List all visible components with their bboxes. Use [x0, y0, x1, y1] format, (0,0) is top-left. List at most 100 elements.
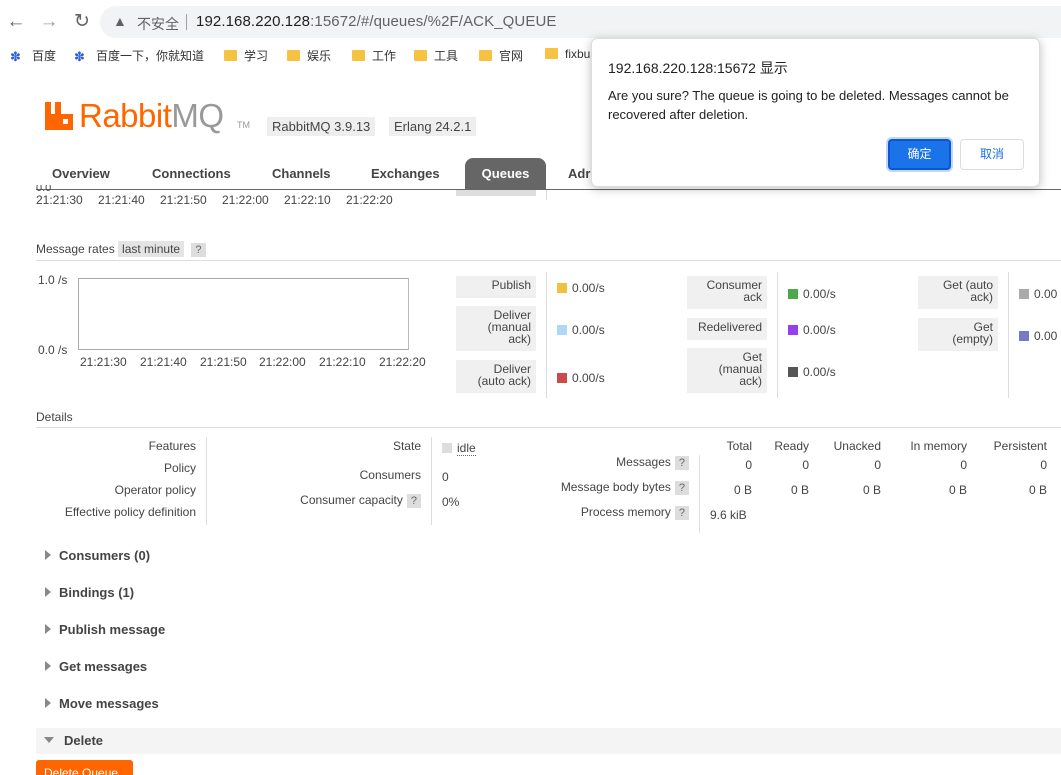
forward-arrow-icon[interactable]: →: [37, 10, 61, 34]
messages-unacked: 0: [874, 458, 881, 472]
expand-triangle-icon: [45, 587, 51, 597]
bookmark-baidu[interactable]: ✽ 百度: [10, 47, 56, 65]
address-bar[interactable]: ▲ 不安全 192.168.220.128:15672/#/queues/%2F…: [100, 6, 1061, 38]
consumers-label: Consumers: [359, 468, 421, 482]
tab-queues[interactable]: Queues: [465, 158, 546, 190]
dialog-message: Are you sure? The queue is going to be d…: [608, 88, 1009, 122]
rate-label-text: Get (auto ack): [942, 278, 993, 304]
x-tick: 21:22:00: [259, 355, 306, 369]
folder-icon: [224, 50, 237, 61]
rate-label-deliver-auto: Deliver (auto ack): [456, 360, 536, 393]
section-bindings[interactable]: Bindings (1): [36, 585, 134, 600]
baidu-paw-icon: ✽: [74, 49, 85, 64]
bookmark-folder-tools[interactable]: 工具: [414, 47, 458, 64]
erlang-version: Erlang 24.2.1: [389, 117, 477, 136]
url-text[interactable]: 192.168.220.128:15672/#/queues/%2F/ACK_Q…: [196, 13, 557, 30]
bookmark-label: 官网: [499, 49, 524, 63]
tab-connections[interactable]: Connections: [136, 158, 247, 190]
messages-total: 0: [745, 458, 752, 472]
rate-value-redelivered: 0.00/s: [788, 323, 836, 337]
rate-value-text: 0.00/s: [572, 281, 605, 295]
y-axis-max: 1.0 /s: [38, 273, 68, 287]
section-divider: [36, 260, 1061, 261]
reload-icon[interactable]: ↻: [70, 10, 94, 34]
messages-in-memory: 0: [960, 458, 967, 472]
collapse-triangle-icon: [44, 737, 54, 743]
x-tick: 21:21:50: [160, 193, 207, 207]
swatch-deliver-auto: [557, 373, 567, 383]
help-button[interactable]: ?: [674, 506, 689, 520]
consumer-capacity-value: 0%: [442, 495, 460, 509]
swatch-consumer-ack: [788, 289, 798, 299]
rate-value-get-manual: 0.00/s: [788, 365, 836, 379]
folder-icon: [352, 50, 365, 61]
top-chart-legend-stub: [456, 190, 536, 196]
rate-label-get-auto: Get (auto ack): [918, 276, 998, 309]
body-bytes-total: 0 B: [733, 483, 752, 497]
bookmark-baidu-search[interactable]: ✽ 百度一下，你就知道: [74, 47, 204, 65]
state-value: idle: [442, 441, 476, 456]
help-button[interactable]: ?: [674, 456, 689, 470]
back-arrow-icon[interactable]: ←: [4, 10, 28, 34]
help-button[interactable]: ?: [191, 243, 206, 257]
help-button[interactable]: ?: [674, 481, 689, 495]
body-bytes-ready: 0 B: [790, 483, 809, 497]
section-publish-message[interactable]: Publish message: [36, 622, 165, 637]
tab-exchanges[interactable]: Exchanges: [355, 158, 456, 190]
rates-x-axis: 21:21:30 21:21:40 21:21:50 21:22:00 21:2…: [80, 355, 440, 371]
rate-value-text: 0.00: [1034, 329, 1058, 343]
rates-period-select[interactable]: last minute: [118, 241, 185, 257]
section-label: Consumers (0): [59, 548, 151, 563]
section-consumers[interactable]: Consumers (0): [36, 548, 150, 563]
rate-label-text: Consumer ack: [706, 278, 762, 304]
insecure-label: 不安全: [137, 16, 179, 32]
dialog-cancel-button[interactable]: 取消: [960, 139, 1024, 170]
delete-queue-button[interactable]: Delete Queue: [36, 760, 133, 775]
folder-icon: [287, 50, 300, 61]
section-move-messages[interactable]: Move messages: [36, 696, 159, 711]
rate-value-deliver-manual: 0.00/s: [557, 323, 605, 337]
consumer-capacity-label: Consumer capacity?: [260, 493, 421, 508]
swatch-deliver-manual: [557, 325, 567, 335]
rate-label-publish: Publish: [456, 276, 536, 298]
messages-ready: 0: [802, 458, 809, 472]
bookmark-folder-work[interactable]: 工作: [352, 47, 396, 64]
help-button[interactable]: ?: [406, 494, 421, 508]
body-bytes-persistent: 0 B: [1028, 483, 1047, 497]
section-label: Bindings (1): [59, 585, 135, 600]
column-header-persistent: Persistent: [993, 439, 1047, 453]
messages-label: Messages?: [500, 455, 689, 470]
rate-label-text: Redelivered: [697, 320, 762, 334]
divider: [1008, 272, 1009, 398]
bookmark-folder-official[interactable]: 官网: [479, 47, 523, 64]
tab-channels[interactable]: Channels: [256, 158, 347, 190]
bookmark-label: fixbu: [565, 47, 591, 61]
x-tick: 21:21:30: [36, 193, 83, 207]
dialog-ok-button[interactable]: 确定: [888, 139, 951, 170]
message-rates-chart: [78, 278, 409, 350]
bookmark-folder-entertainment[interactable]: 娱乐: [287, 47, 331, 64]
x-tick: 21:21:40: [140, 355, 187, 369]
section-get-messages[interactable]: Get messages: [36, 659, 147, 674]
section-delete[interactable]: Delete: [36, 728, 1061, 754]
column-header-unacked: Unacked: [833, 439, 881, 453]
expand-triangle-icon: [45, 550, 51, 560]
logo-wordmark: RabbitMQ: [79, 97, 224, 135]
top-chart-x-axis: 21:21:30 21:21:40 21:21:50 21:22:00 21:2…: [36, 193, 416, 209]
x-tick: 21:21:50: [200, 355, 247, 369]
rate-value-publish: 0.00/s: [557, 281, 605, 295]
swatch-publish: [557, 283, 567, 293]
body-bytes-label: Message body bytes?: [500, 480, 689, 495]
details-title: Details: [36, 410, 73, 424]
process-memory-label-text: Process memory: [580, 505, 671, 519]
body-bytes-label-text: Message body bytes: [560, 480, 671, 494]
folder-icon: [545, 48, 558, 59]
rate-value-text: 0.00/s: [803, 323, 836, 337]
divider: [431, 437, 432, 525]
rate-label-text: Get (manual ack): [718, 350, 762, 388]
bookmark-folder-study[interactable]: 学习: [224, 47, 268, 64]
x-tick: 21:22:20: [379, 355, 426, 369]
body-bytes-in-memory: 0 B: [948, 483, 967, 497]
divider: [699, 455, 700, 533]
bookmark-folder-fixbu[interactable]: fixbu: [545, 47, 590, 61]
